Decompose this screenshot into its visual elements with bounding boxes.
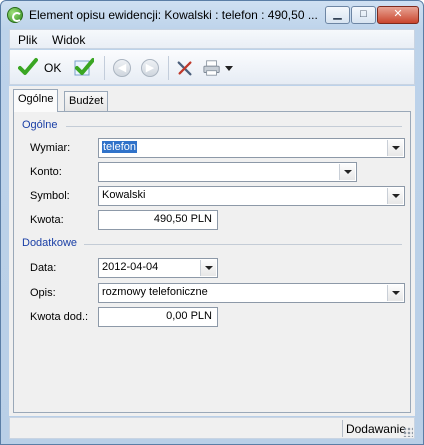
ok-button[interactable]: OK xyxy=(18,56,66,80)
wymiar-dropdown-icon[interactable] xyxy=(387,140,403,156)
maximize-button[interactable]: □ xyxy=(351,6,376,24)
menu-item-plik[interactable]: Plik xyxy=(18,33,37,47)
ok-label: OK xyxy=(44,61,62,75)
tab-ogolne-label: Ogólne xyxy=(18,93,54,105)
opis-value: rozmowy telefoniczne xyxy=(102,286,208,298)
konto-field[interactable] xyxy=(98,162,357,182)
data-label: Data: xyxy=(30,262,57,274)
wymiar-field[interactable]: telefon xyxy=(98,138,405,158)
kwota-value: 490,50 PLN xyxy=(153,213,212,225)
save-and-new-button[interactable] xyxy=(72,56,98,80)
tab-ogolne[interactable]: Ogólne xyxy=(13,89,59,112)
konto-label: Konto: xyxy=(30,166,62,178)
kwota-field[interactable]: 490,50 PLN xyxy=(98,210,218,230)
app-icon xyxy=(7,7,23,23)
tools-button[interactable] xyxy=(176,56,196,80)
tab-budzet-label: Budżet xyxy=(69,95,104,107)
content-area: Ogólne Budżet Ogólne Wymiar: telefon Kon… xyxy=(9,86,415,416)
tab-budzet[interactable]: Budżet xyxy=(64,91,109,111)
title-bar[interactable]: Element opisu ewidencji: Kowalski : tele… xyxy=(1,1,423,29)
status-text: Dodawanie xyxy=(345,422,406,436)
status-bar: Dodawanie xyxy=(9,417,415,439)
symbol-dropdown-icon[interactable] xyxy=(387,188,403,204)
toolbar-separator xyxy=(168,56,169,80)
dialog-window: Element opisu ewidencji: Kowalski : tele… xyxy=(0,0,424,445)
forward-icon: ▶ xyxy=(145,62,155,74)
kwota-dod-field[interactable]: 0,00 PLN xyxy=(98,307,218,327)
back-button[interactable]: ◀ xyxy=(113,59,131,77)
close-button[interactable]: ✕ xyxy=(377,6,419,24)
print-button[interactable] xyxy=(203,56,233,80)
data-value: 2012-04-04 xyxy=(102,261,159,273)
menu-item-widok[interactable]: Widok xyxy=(52,33,85,47)
section-general-label: Ogólne xyxy=(22,119,58,131)
symbol-field[interactable]: Kowalski xyxy=(98,186,405,206)
toolbar: OK ◀ ▶ xyxy=(9,50,415,85)
symbol-label: Symbol: xyxy=(30,190,70,202)
tab-panel-ogolne: Ogólne Wymiar: telefon Konto: Symbol: Ko… xyxy=(13,111,411,413)
tools-icon xyxy=(177,61,192,76)
kwota-dod-label: Kwota dod.: xyxy=(30,311,89,323)
wymiar-label: Wymiar: xyxy=(30,142,71,154)
symbol-value: Kowalski xyxy=(102,189,146,201)
resize-grip-icon[interactable] xyxy=(403,427,413,437)
kwota-dod-value: 0,00 PLN xyxy=(166,310,212,322)
konto-dropdown-icon[interactable] xyxy=(339,164,355,180)
save-check-icon xyxy=(18,57,38,77)
menu-bar: Plik Widok xyxy=(9,29,415,49)
data-field[interactable]: 2012-04-04 xyxy=(98,258,218,278)
minimize-icon: ▁ xyxy=(333,8,342,20)
back-icon: ◀ xyxy=(117,62,127,74)
forward-button[interactable]: ▶ xyxy=(141,59,159,77)
window-title: Element opisu ewidencji: Kowalski : tele… xyxy=(29,8,318,22)
print-icon xyxy=(203,60,220,76)
minimize-button[interactable]: ▁ xyxy=(325,6,350,24)
toolbar-separator xyxy=(104,56,105,80)
opis-dropdown-icon[interactable] xyxy=(387,285,403,301)
opis-label: Opis: xyxy=(30,287,56,299)
section-additional-label: Dodatkowe xyxy=(22,237,78,249)
save-check-plus-icon xyxy=(74,57,95,77)
opis-field[interactable]: rozmowy telefoniczne xyxy=(98,283,405,303)
close-icon: ✕ xyxy=(393,8,403,20)
chevron-down-icon xyxy=(225,66,233,71)
wymiar-value: telefon xyxy=(102,141,138,153)
section-divider xyxy=(66,126,402,127)
kwota-label: Kwota: xyxy=(30,214,64,226)
data-dropdown-icon[interactable] xyxy=(200,260,216,276)
section-divider xyxy=(84,244,402,245)
maximize-icon: □ xyxy=(360,8,367,20)
status-separator xyxy=(342,420,343,437)
